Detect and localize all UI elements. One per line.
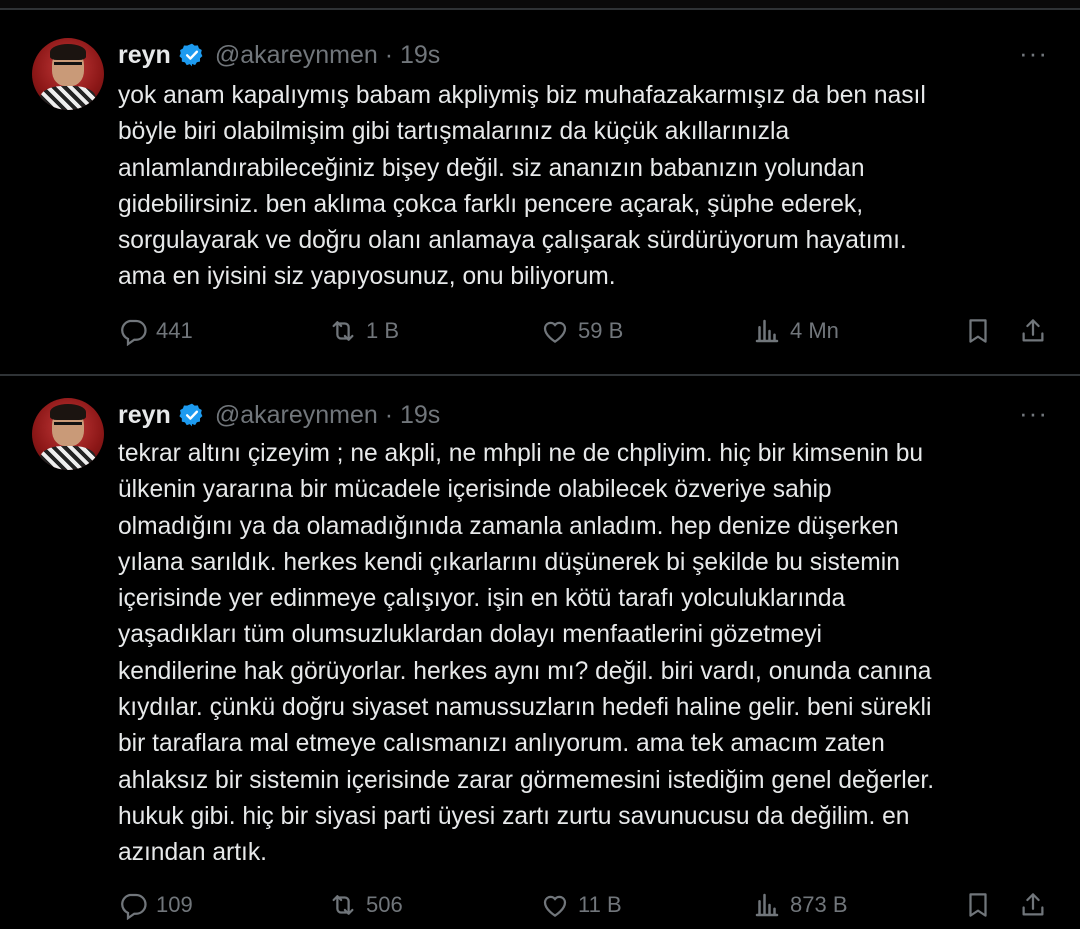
reply-count: 109 xyxy=(156,892,193,917)
tweet-text-line: böyle biri olabilmişim gibi tartışmaları… xyxy=(118,118,790,146)
action-bar: 441 1 B 59 B 4 Mn xyxy=(118,316,1058,352)
reply-button[interactable]: 441 xyxy=(118,316,193,346)
action-bar: 109 506 11 B 873 B xyxy=(118,890,1058,926)
display-name[interactable]: reyn xyxy=(118,401,171,430)
verified-badge-icon xyxy=(179,403,203,427)
tweet-text-line: içerisinde yer edinmeye çalışıyor. işin … xyxy=(118,585,846,613)
avatar[interactable] xyxy=(32,398,104,470)
share-icon xyxy=(1022,319,1044,342)
handle-and-time[interactable]: @akareynmen · 19s xyxy=(215,41,440,70)
tweet-header: reyn @akareynmen · 19s xyxy=(118,400,440,430)
like-icon xyxy=(543,321,567,343)
views-button[interactable]: 4 Mn xyxy=(752,316,839,346)
bookmark-icon xyxy=(969,893,987,917)
like-button[interactable]: 59 B xyxy=(540,316,623,346)
like-button[interactable]: 11 B xyxy=(540,890,622,920)
tweet-text-line: gidebilirsiniz. ben aklıma çokca farklı … xyxy=(118,190,864,218)
bookmark-button[interactable] xyxy=(963,316,993,346)
repost-count: 1 B xyxy=(366,318,400,343)
handle-and-time[interactable]: @akareynmen · 19s xyxy=(215,401,440,430)
tweet-text-line: yok anam kapalıymış babam akpliymiş biz … xyxy=(118,82,926,109)
display-name[interactable]: reyn xyxy=(118,41,171,70)
repost-icon xyxy=(332,321,354,341)
tweet-text: tekrar altını çizeyim ; ne akpli, ne mhp… xyxy=(118,436,1058,872)
verified-badge-icon xyxy=(179,43,203,67)
tweet-text-line: ülkenin yararına bir mücadele içerisinde… xyxy=(118,476,832,504)
tweet-text-line: bir taraflara mal etmeye calısmanızı anl… xyxy=(118,730,885,758)
more-icon[interactable]: ··· xyxy=(1019,38,1048,69)
tweet-text-line: sorgulayarak ve doğru olanı anlamaya çal… xyxy=(118,227,907,255)
like-icon xyxy=(543,895,567,917)
repost-button[interactable]: 1 B xyxy=(328,316,399,346)
views-button[interactable]: 873 B xyxy=(752,890,848,920)
tweet-text-line: tekrar altını çizeyim ; ne akpli, ne mhp… xyxy=(118,440,924,467)
tweet-text: yok anam kapalıymış babam akpliymiş biz … xyxy=(118,78,1058,296)
repost-button[interactable]: 506 xyxy=(328,890,403,920)
like-count: 59 B xyxy=(578,318,624,343)
bookmark-button[interactable] xyxy=(963,890,993,920)
views-count: 4 Mn xyxy=(790,318,839,343)
avatar[interactable] xyxy=(32,38,104,110)
share-icon xyxy=(1022,893,1044,916)
top-divider xyxy=(0,0,1080,10)
tweet-text-line: olmadığını ya da olamadığınıda zamanla a… xyxy=(118,512,899,540)
views-icon xyxy=(755,319,779,343)
tweet-text-line: kendilerine hak görüyorlar. herkes aynı … xyxy=(118,657,932,685)
tweet-1[interactable]: reyn @akareynmen · 19s ··· yok anam kapa… xyxy=(0,10,1080,376)
like-count: 11 B xyxy=(578,892,622,917)
tweet-text-line: yaşadıkları tüm olumsuzluklardan dolayı … xyxy=(118,621,822,649)
repost-icon xyxy=(332,895,354,915)
reply-icon xyxy=(121,319,147,346)
more-icon[interactable]: ··· xyxy=(1019,398,1048,429)
tweet-header: reyn @akareynmen · 19s xyxy=(118,40,440,70)
tweet-text-line: kıydılar. çünkü doğru siyaset namussuzla… xyxy=(118,694,932,722)
tweet-text-line: ahlaksız bir sistemin içerisinde zarar g… xyxy=(118,766,935,794)
tweet-text-line: azından artık. xyxy=(118,839,268,867)
reply-button[interactable]: 109 xyxy=(118,890,193,920)
views-icon xyxy=(755,893,779,917)
tweet-text-line: hukuk gibi. hiç bir siyasi parti üyesi z… xyxy=(118,802,910,830)
bookmark-icon xyxy=(969,319,987,343)
views-count: 873 B xyxy=(790,892,848,917)
tweet-text-line: ama en iyisini siz yapıyosunuz, onu bili… xyxy=(118,263,616,291)
reply-count: 441 xyxy=(156,318,193,343)
tweet-text-line: yılana sarıldık. herkes kendi çıkarların… xyxy=(118,548,900,576)
tweet-text-line: anlamlandırabileceğiniz bişey değil. siz… xyxy=(118,154,865,182)
share-button[interactable] xyxy=(1018,316,1048,346)
repost-count: 506 xyxy=(366,892,403,917)
share-button[interactable] xyxy=(1018,890,1048,920)
tweet-2[interactable]: reyn @akareynmen · 19s ··· tekrar altını… xyxy=(0,376,1080,929)
reply-icon xyxy=(121,893,147,920)
